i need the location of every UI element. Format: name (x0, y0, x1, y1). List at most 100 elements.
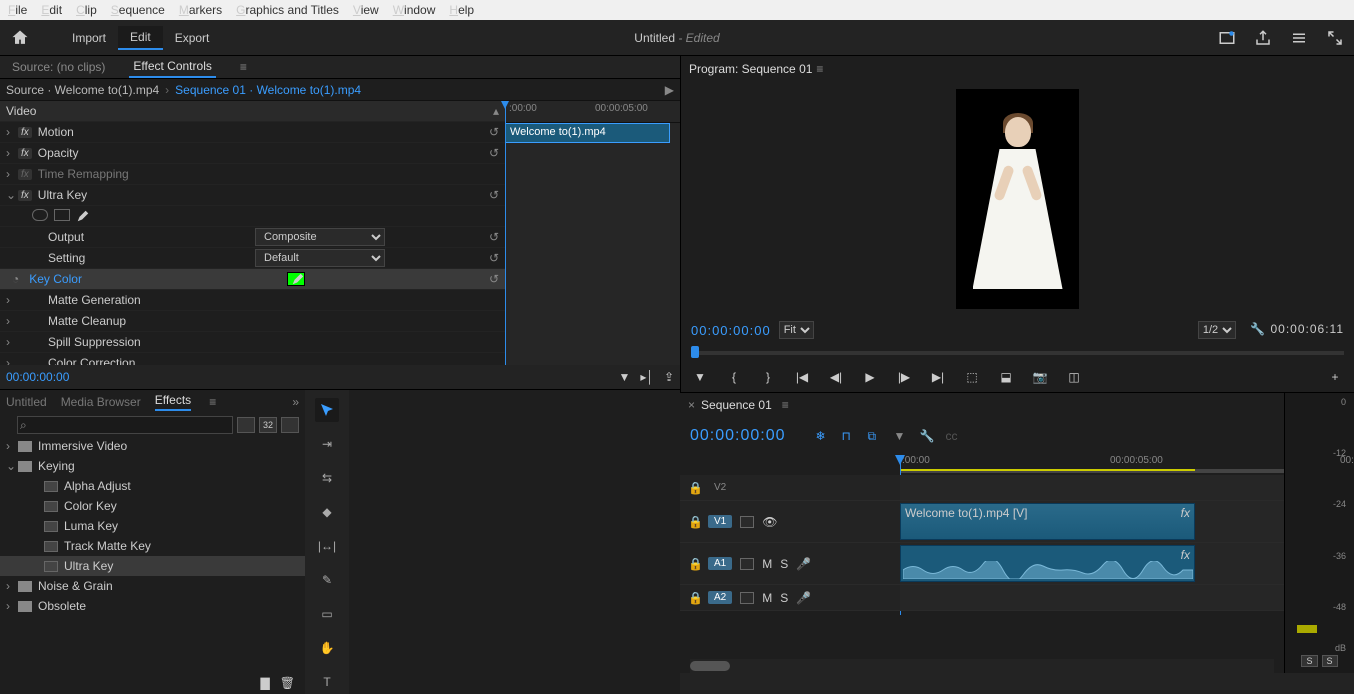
panel-burger-icon[interactable]: ≡ (209, 395, 216, 409)
lock-icon[interactable]: 🔒 (688, 515, 700, 529)
output-select[interactable]: Composite (255, 228, 385, 246)
export-frame-icon[interactable]: 📷 (1031, 370, 1049, 384)
track-label[interactable]: A2 (708, 591, 732, 604)
tab-source[interactable]: Source: (no clips) (8, 57, 109, 77)
sequence-ruler[interactable]: :00:00 00:00:05:00 00:00:10:00 (900, 455, 1284, 475)
toggle-output-icon[interactable] (740, 516, 754, 528)
ec-matte-generation[interactable]: ›Matte Generation (0, 290, 505, 311)
effect-color-key[interactable]: Color Key (0, 496, 305, 516)
ec-output[interactable]: Output Composite ↺ (0, 227, 505, 248)
filter-icon[interactable]: ▼ (619, 370, 631, 384)
new-bin-icon[interactable]: ▇ (261, 676, 270, 690)
scrub-playhead[interactable] (691, 346, 699, 358)
delete-icon[interactable]: 🗑 (280, 676, 295, 690)
setting-select[interactable]: Default (255, 249, 385, 267)
voiceover-icon[interactable]: 🎤 (796, 591, 811, 605)
ec-clip-bar[interactable]: Welcome to(1).mp4 (505, 123, 670, 143)
panel-burger-icon[interactable]: ≡ (816, 62, 823, 76)
menu-file[interactable]: File (8, 3, 27, 17)
razor-tool[interactable]: ◆ (315, 500, 339, 524)
rectangle-tool[interactable]: ▭ (315, 602, 339, 626)
pen-tool[interactable]: ✎ (315, 568, 339, 592)
ripple-tool[interactable]: ⇆ (315, 466, 339, 490)
menu-sequence[interactable]: Sequence (111, 3, 165, 17)
step-back-icon[interactable]: ◀| (827, 370, 845, 384)
type-tool[interactable]: T (315, 670, 339, 694)
timeline-zoom-scroll[interactable] (690, 659, 1274, 673)
tab-project[interactable]: Untitled (6, 395, 47, 409)
video-clip[interactable]: Welcome to(1).mp4 [V] fx (900, 503, 1195, 540)
tab-program[interactable]: Program: Sequence 01 (689, 62, 812, 76)
panel-burger-icon[interactable]: ≡ (782, 398, 789, 412)
mute-button[interactable]: M (762, 557, 772, 571)
track-label[interactable]: A1 (708, 557, 732, 570)
solo-button[interactable]: S (780, 591, 788, 605)
solo-button[interactable]: S (780, 557, 788, 571)
slip-tool[interactable]: |↔| (315, 534, 339, 558)
zoom-fit-select[interactable]: Fit (779, 321, 814, 339)
collapse-icon[interactable]: ▴ (493, 104, 499, 118)
linked-selection-icon[interactable]: ⧉ (868, 429, 884, 444)
ec-opacity[interactable]: ›fxOpacity↺ (0, 143, 505, 164)
lift-icon[interactable]: ⬚ (963, 370, 981, 384)
menu-view[interactable]: View (353, 3, 379, 17)
folder-noise[interactable]: ›Noise & Grain (0, 576, 305, 596)
resolution-select[interactable]: 1/2 (1198, 321, 1236, 339)
home-icon[interactable] (10, 28, 30, 48)
export-frame-icon[interactable]: ⇪ (664, 370, 674, 384)
scroll-thumb[interactable] (690, 661, 730, 671)
solo-left-button[interactable]: S (1301, 655, 1317, 667)
menu-help[interactable]: Help (449, 3, 474, 17)
folder-immersive[interactable]: ›Immersive Video (0, 436, 305, 456)
close-sequence-icon[interactable]: × (688, 398, 695, 412)
goto-out-icon[interactable]: ▶| (929, 370, 947, 384)
lock-icon[interactable]: 🔒 (688, 557, 700, 571)
sequence-timecode[interactable]: 00:00:00:00 (690, 427, 786, 445)
magnet-icon[interactable]: ⊓ (842, 429, 858, 443)
hand-tool[interactable]: ✋ (315, 636, 339, 660)
step-fwd-icon[interactable]: |▶ (895, 370, 913, 384)
add-marker-icon[interactable]: ▼ (691, 370, 709, 384)
toggle-output-icon[interactable] (740, 592, 754, 604)
menu-markers[interactable]: Markers (179, 3, 222, 17)
fx-badge-accelerated[interactable] (237, 417, 255, 433)
reset-icon[interactable]: ↺ (489, 125, 499, 139)
marker-icon[interactable]: ▼ (894, 429, 910, 443)
solo-right-button[interactable]: S (1322, 655, 1338, 667)
mark-out-icon[interactable]: } (759, 370, 777, 384)
eyedropper-icon[interactable] (291, 272, 305, 286)
panel-burger-icon[interactable]: ≡ (240, 60, 247, 74)
goto-in-icon[interactable]: |◀ (793, 370, 811, 384)
panel-menu-icon[interactable] (1290, 29, 1308, 47)
effect-alpha-adjust[interactable]: Alpha Adjust (0, 476, 305, 496)
extract-icon[interactable]: ⬓ (997, 370, 1015, 384)
track-select-tool[interactable]: ⇥ (315, 432, 339, 456)
captions-icon[interactable]: cc (946, 429, 962, 443)
mute-button[interactable]: M (762, 591, 772, 605)
button-editor-icon[interactable]: + (1326, 370, 1344, 384)
lock-icon[interactable]: 🔒 (688, 481, 700, 495)
menu-clip[interactable]: Clip (76, 3, 97, 17)
toggle-output-icon[interactable] (740, 558, 754, 570)
tab-effect-controls[interactable]: Effect Controls (129, 56, 215, 78)
eye-icon[interactable]: 👁 (762, 515, 777, 529)
settings-icon[interactable]: 🔧 (1250, 322, 1266, 336)
effect-ultra-key[interactable]: Ultra Key (0, 556, 305, 576)
track-label[interactable]: V2 (708, 481, 732, 494)
ec-ultra-key[interactable]: ⌄fxUltra Key↺ (0, 185, 505, 206)
menu-graphics[interactable]: Graphics and Titles (236, 3, 339, 17)
fullscreen-icon[interactable] (1326, 29, 1344, 47)
ec-playhead[interactable] (505, 101, 506, 365)
rect-mask-icon[interactable] (54, 209, 70, 221)
play-only-icon[interactable]: ▸│ (640, 370, 654, 384)
reset-icon[interactable]: ↺ (489, 188, 499, 202)
folder-keying[interactable]: ⌄Keying (0, 456, 305, 476)
reset-icon[interactable]: ↺ (489, 146, 499, 160)
pen-mask-icon[interactable] (76, 209, 90, 223)
settings-icon[interactable]: 🔧 (920, 429, 936, 443)
ec-matte-cleanup[interactable]: ›Matte Cleanup (0, 311, 505, 332)
menu-window[interactable]: Window (393, 3, 436, 17)
program-monitor[interactable] (681, 82, 1354, 316)
audio-clip[interactable]: fx (900, 545, 1195, 582)
ec-timecode[interactable]: 00:00:00:00 (6, 370, 69, 384)
